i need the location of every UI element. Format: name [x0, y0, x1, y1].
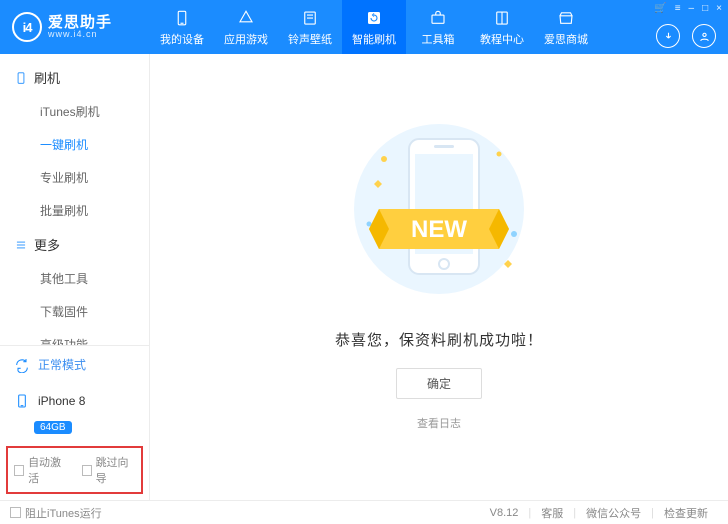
store-icon	[556, 8, 576, 28]
window-controls: 🛒 ≡ – □ ×	[654, 3, 722, 14]
checkbox-icon	[14, 465, 24, 476]
sidebar-group-title: 更多	[34, 235, 60, 254]
apps-icon	[236, 8, 256, 28]
cart-icon[interactable]: 🛒	[654, 3, 666, 14]
checkbox-icon	[10, 507, 21, 518]
brand-text: 爱思助手 www.i4.cn	[48, 15, 112, 39]
menu-icon[interactable]: ≡	[675, 3, 681, 14]
phone-icon	[14, 71, 28, 85]
view-log-link[interactable]: 查看日志	[417, 415, 461, 431]
storage-badge: 64GB	[34, 421, 72, 434]
sidebar-group-title: 刷机	[34, 68, 60, 87]
check-label: 自动激活	[28, 454, 67, 486]
sidebar-group-flash[interactable]: 刷机	[0, 60, 149, 95]
device-mode[interactable]: 正常模式	[0, 346, 149, 383]
sidebar-item-pro[interactable]: 专业刷机	[0, 161, 149, 194]
sidebar-item-itunes[interactable]: iTunes刷机	[0, 95, 149, 128]
update-link[interactable]: 检查更新	[654, 505, 718, 521]
music-icon	[300, 8, 320, 28]
nav-ring[interactable]: 铃声壁纸	[278, 0, 342, 54]
nav-device[interactable]: 我的设备	[150, 0, 214, 54]
success-message: 恭喜您，保资料刷机成功啦！	[335, 329, 543, 350]
nav-label: 爱思商城	[544, 31, 588, 47]
wechat-link[interactable]: 微信公众号	[576, 505, 651, 521]
version-label: V8.12	[480, 507, 529, 519]
header-right	[656, 24, 716, 48]
nav-apps[interactable]: 应用游戏	[214, 0, 278, 54]
sidebar-item-batch[interactable]: 批量刷机	[0, 194, 149, 227]
main-content: NEW 恭喜您，保资料刷机成功啦！ 确定 查看日志	[150, 54, 728, 500]
close-icon[interactable]: ×	[716, 3, 722, 14]
brand-url: www.i4.cn	[48, 30, 112, 39]
nav-label: 教程中心	[480, 31, 524, 47]
device-name: iPhone 8	[38, 394, 85, 408]
nav-toolbox[interactable]: 工具箱	[406, 0, 470, 54]
check-block-itunes[interactable]: 阻止iTunes运行	[10, 505, 102, 521]
nav-store[interactable]: 爱思商城	[534, 0, 598, 54]
refresh-icon	[364, 8, 384, 28]
phone-icon	[14, 393, 30, 409]
nav-label: 工具箱	[422, 31, 455, 47]
device-info[interactable]: iPhone 8	[0, 383, 149, 419]
status-bar: 阻止iTunes运行 V8.12 | 客服 | 微信公众号 | 检查更新	[0, 500, 728, 524]
success-illustration: NEW	[329, 114, 549, 307]
nav-label: 铃声壁纸	[288, 31, 332, 47]
sidebar: 刷机 iTunes刷机 一键刷机 专业刷机 批量刷机 更多 其他工具 下载固件 …	[0, 54, 150, 500]
refresh-icon	[14, 357, 30, 373]
nav-tutorial[interactable]: 教程中心	[470, 0, 534, 54]
nav-label: 智能刷机	[352, 31, 396, 47]
support-link[interactable]: 客服	[531, 505, 573, 521]
checkbox-highlight-box: 自动激活 跳过向导	[6, 446, 143, 494]
check-skip-guide[interactable]: 跳过向导	[82, 454, 136, 486]
nav-label: 应用游戏	[224, 31, 268, 47]
sidebar-item-onekey[interactable]: 一键刷机	[0, 128, 149, 161]
banner-word: NEW	[411, 216, 467, 243]
sidebar-item-other[interactable]: 其他工具	[0, 262, 149, 295]
main-nav: 我的设备 应用游戏 铃声壁纸 智能刷机 工具箱 教程中心 爱思商城	[150, 0, 598, 54]
maximize-icon[interactable]: □	[702, 3, 708, 14]
sidebar-item-fw[interactable]: 下载固件	[0, 295, 149, 328]
brand-name: 爱思助手	[48, 15, 112, 30]
check-label: 阻止iTunes运行	[25, 505, 102, 521]
app-header: i4 爱思助手 www.i4.cn 我的设备 应用游戏 铃声壁纸 智能刷机 工具…	[0, 0, 728, 54]
checkbox-icon	[82, 465, 92, 476]
nav-label: 我的设备	[160, 31, 204, 47]
book-icon	[492, 8, 512, 28]
phone-icon	[172, 8, 192, 28]
list-icon	[14, 238, 28, 252]
nav-flash[interactable]: 智能刷机	[342, 0, 406, 54]
brand-logo: i4	[12, 12, 42, 42]
download-button[interactable]	[656, 24, 680, 48]
sidebar-item-adv[interactable]: 高级功能	[0, 328, 149, 345]
brand: i4 爱思助手 www.i4.cn	[0, 12, 150, 42]
toolbox-icon	[428, 8, 448, 28]
check-label: 跳过向导	[96, 454, 135, 486]
user-button[interactable]	[692, 24, 716, 48]
sidebar-group-more[interactable]: 更多	[0, 227, 149, 262]
device-mode-label: 正常模式	[38, 356, 86, 373]
check-auto-activate[interactable]: 自动激活	[14, 454, 68, 486]
minimize-icon[interactable]: –	[689, 3, 695, 14]
sidebar-bottom: 正常模式 iPhone 8 64GB 自动激活 跳过向导	[0, 345, 149, 500]
ok-button[interactable]: 确定	[396, 368, 482, 399]
